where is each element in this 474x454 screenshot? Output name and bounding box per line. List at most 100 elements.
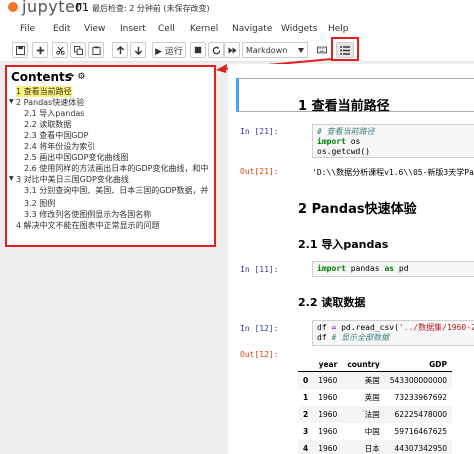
output-prompt-21: Out[21]:	[240, 167, 279, 176]
copy-icon	[73, 45, 83, 55]
output-text-21: 'D:\\数据分析课程v1.6\\05-新版3天学Pandas	[312, 168, 474, 177]
toc-item-2-5[interactable]: 2.5 画出中国GDP变化曲线图	[24, 152, 128, 163]
menu-help[interactable]: Help	[328, 24, 349, 34]
table-header-gdp: GDP	[384, 358, 453, 372]
toc-item-3-3[interactable]: 3.3 修改列名使图例显示为各国名称	[24, 209, 151, 220]
save-button[interactable]	[12, 42, 28, 58]
toc-panel: Contents ⟳ ⚙ ▼ ▼ 1 查看当前路径 2 Pandas快速体验 2…	[5, 65, 216, 247]
code-comment: # 显示全部数据	[331, 333, 390, 342]
menu-kernel[interactable]: Kernel	[190, 24, 218, 34]
table-cell: 1	[303, 393, 309, 402]
heading-2-1-import[interactable]: 2.1 导入pandas	[298, 236, 388, 252]
table-cell: 日本	[342, 440, 385, 454]
toc-heading: Contents	[11, 70, 72, 84]
copy-button[interactable]	[70, 42, 86, 58]
arrow-up-icon	[116, 45, 124, 54]
toc-item-2-6[interactable]: 2.6 使用同样的方法画出日本的GDP变化曲线，和中	[24, 163, 214, 174]
paste-icon	[91, 45, 101, 55]
arrow-down-icon	[134, 46, 142, 55]
run-button[interactable]: ▶ 运行	[152, 42, 186, 58]
toc-collapse-2-icon[interactable]: ▼	[9, 98, 14, 105]
code-text: os.getcwd()	[317, 147, 370, 156]
code-comment: # 查看当前路径	[317, 127, 375, 136]
menu-file[interactable]: File	[20, 24, 35, 34]
code-cell-11[interactable]: import pandas as pd	[312, 261, 474, 277]
toc-item-2-1[interactable]: 2.1 导入pandas	[24, 108, 84, 119]
plus-icon	[36, 46, 44, 54]
table-row: 1 1960 英国 73233967692	[298, 389, 452, 406]
table-cell: 543300000000	[384, 371, 453, 389]
menu-edit[interactable]: Edit	[53, 24, 70, 34]
input-prompt-12: In [12]:	[240, 324, 279, 333]
code-text: df	[317, 323, 332, 332]
paste-button[interactable]	[88, 42, 104, 58]
toc-item-2[interactable]: 2 Pandas快速体验	[16, 97, 84, 108]
table-cell: 1960	[318, 427, 338, 436]
save-status: 最后检查: 2 分钟前 (未保存改变)	[92, 4, 210, 13]
insert-cell-button[interactable]	[32, 42, 48, 58]
code-cell-21[interactable]: # 查看当前路径 import os os.getcwd()	[312, 124, 474, 158]
table-header-year: year	[313, 358, 343, 372]
code-keyword: import	[317, 137, 346, 146]
toc-item-2-4[interactable]: 2.4 将年份设为索引	[24, 141, 95, 152]
menu-insert[interactable]: Insert	[120, 24, 146, 34]
table-cell: 美国	[342, 371, 385, 389]
dataframe-table: year country GDP 0 1960 美国 543300000000 …	[298, 358, 453, 454]
table-cell: 4	[298, 440, 314, 454]
table-cell: 59716467625	[394, 427, 448, 436]
output-prompt-12: Out[12]:	[240, 350, 279, 359]
code-text: pandas	[345, 264, 385, 273]
gear-icon[interactable]: ⚙	[77, 72, 85, 82]
toc-item-1[interactable]: 1 查看当前路径	[16, 86, 72, 97]
heading-1-current-path[interactable]: 1 查看当前路径	[298, 95, 390, 114]
table-header-country: country	[342, 358, 385, 372]
scissors-icon	[55, 46, 65, 55]
move-up-button[interactable]	[112, 42, 128, 58]
refresh-icon[interactable]: ⟳	[67, 72, 75, 82]
table-row: 3 1960 中国 59716467625	[298, 423, 452, 440]
code-cell-12[interactable]: df = pd.read_csv('../数据集/1960-2 df # 显示全…	[312, 320, 474, 346]
table-cell: 44307342950	[384, 440, 453, 454]
table-row: 2 1960 法国 62225478000	[298, 406, 453, 423]
menu-cell[interactable]: Cell	[158, 24, 175, 34]
menu-view[interactable]: View	[84, 24, 105, 34]
interrupt-button[interactable]	[190, 42, 206, 58]
notebook-container: 1 查看当前路径 In [21]: # 查看当前路径 import os os.…	[228, 64, 474, 454]
code-text: pd	[394, 264, 409, 273]
table-cell: 0	[298, 371, 314, 389]
table-cell: 73233967692	[394, 393, 448, 402]
toc-item-3-2[interactable]: 3.2 图例	[24, 198, 55, 209]
jupyter-logo-text[interactable]: jupyter	[22, 0, 82, 16]
menu-navigate[interactable]: Navigate	[232, 24, 272, 34]
stop-icon	[194, 46, 202, 54]
heading-2-pandas[interactable]: 2 Pandas快速体验	[298, 198, 417, 217]
notebook-header: jupyter 01 最后检查: 2 分钟前 (未保存改变)	[0, 0, 474, 20]
code-text: pd.read_csv(	[336, 323, 399, 332]
table-cell: 3	[303, 427, 309, 436]
table-row: 4 1960 日本 44307342950	[298, 440, 453, 454]
toc-item-4[interactable]: 4 解决中文不能在图表中正常显示的问题	[16, 220, 160, 231]
toc-controls: ⟳ ⚙	[67, 72, 86, 82]
heading-2-2-read-data[interactable]: 2.2 读取数据	[298, 294, 365, 310]
code-string: '../数据集/1960-2	[398, 323, 474, 332]
toc-item-3-1[interactable]: 3.1 分别查询中国、美国、日本三国的GDP数据，并	[24, 185, 214, 196]
table-cell: 1960	[313, 371, 343, 389]
selected-cell-indicator	[236, 78, 239, 112]
table-cell: 法国	[342, 406, 385, 423]
toc-collapse-3-icon[interactable]: ▼	[9, 175, 14, 182]
table-header-row: year country GDP	[298, 358, 453, 372]
menubar: File Edit View Insert Cell Kernel Naviga…	[0, 20, 474, 38]
table-cell: 英国	[364, 393, 380, 402]
toc-item-3[interactable]: 3 对比中美日三国GDP变化曲线	[16, 174, 129, 185]
table-row: 0 1960 美国 543300000000	[298, 371, 453, 389]
input-prompt-21: In [21]:	[240, 127, 279, 136]
cut-button[interactable]	[52, 42, 68, 58]
menu-widgets[interactable]: Widgets	[281, 24, 317, 34]
table-cell: 1960	[318, 393, 338, 402]
input-prompt-11: In [11]:	[240, 265, 279, 274]
toc-item-2-2[interactable]: 2.2 读取数据	[24, 119, 71, 130]
notebook-title[interactable]: 01	[75, 1, 89, 14]
move-down-button[interactable]	[130, 42, 146, 58]
toc-item-2-3[interactable]: 2.3 查看中国GDP	[24, 130, 88, 141]
jupyter-logo-icon[interactable]	[8, 2, 18, 12]
